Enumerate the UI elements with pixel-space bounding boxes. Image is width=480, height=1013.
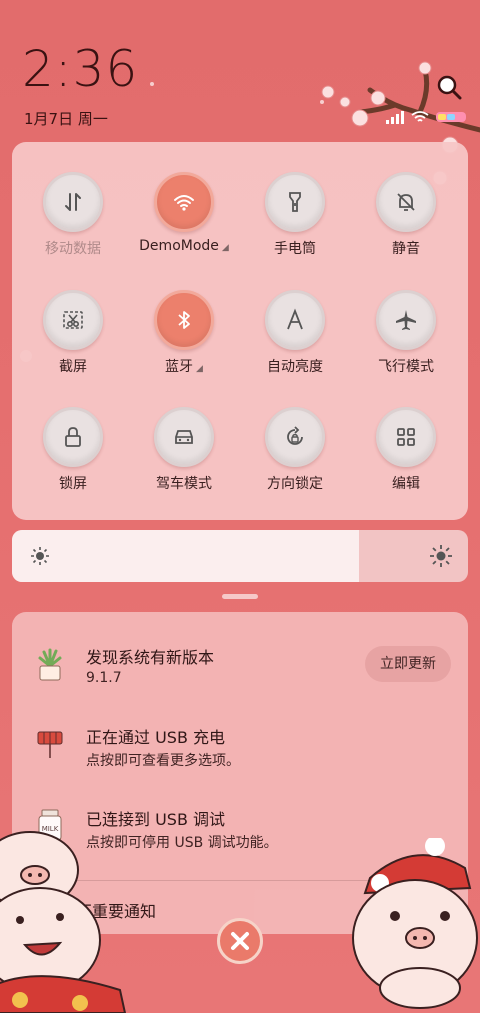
grid-icon	[397, 428, 415, 446]
tile-bluetooth-button[interactable]	[154, 290, 214, 350]
tile-label: 手电筒	[240, 238, 350, 258]
expand-indicator-icon[interactable]: ◢	[196, 364, 203, 374]
flashlight-icon	[289, 192, 301, 212]
pig-character-illustration	[352, 838, 478, 1009]
notification-body: 9.1.7	[86, 670, 122, 686]
mobile-data-icon	[65, 193, 81, 211]
tile-label: 锁屏	[18, 473, 128, 493]
tile-airplane[interactable]: 飞行模式	[351, 290, 461, 400]
tile-bluetooth[interactable]: 蓝牙 ◢	[129, 290, 239, 400]
tile-flashlight[interactable]: 手电筒	[240, 172, 350, 282]
tile-label: 驾车模式	[129, 473, 239, 493]
tile-label: 静音	[351, 238, 461, 258]
tile-wifi[interactable]: DemoMode ◢	[129, 172, 239, 282]
brightness-high-icon	[430, 545, 452, 567]
brightness-low-icon	[31, 547, 49, 565]
tile-label: 截屏	[18, 356, 128, 376]
clear-notifications-button[interactable]	[217, 918, 263, 964]
auto-brightness-icon	[287, 308, 303, 330]
bell-off-icon	[397, 193, 415, 211]
tile-edit[interactable]: 编辑	[351, 407, 461, 517]
tile-mute[interactable]: 静音	[351, 172, 461, 282]
update-now-button[interactable]: 立即更新	[365, 646, 451, 682]
tile-label-text: 静音	[392, 241, 420, 257]
tile-mute-button[interactable]	[376, 172, 436, 232]
tile-rotation-lock-button[interactable]	[265, 407, 325, 467]
tile-label-text: 编辑	[392, 476, 420, 492]
tile-label-text: 截屏	[59, 359, 87, 375]
bluetooth-icon	[178, 311, 190, 329]
date: 1月7日 周一	[24, 110, 108, 128]
rotation-lock-icon	[287, 426, 303, 445]
tile-mobile-data[interactable]: 移动数据	[18, 172, 128, 282]
tile-screenshot[interactable]: 截屏	[18, 290, 128, 400]
tile-driving-button[interactable]	[154, 407, 214, 467]
tile-mobile-data-button[interactable]	[43, 172, 103, 232]
tile-auto-brightness[interactable]: 自动亮度	[240, 290, 350, 400]
snow-dot	[150, 82, 154, 86]
airplane-icon	[396, 310, 416, 330]
car-icon	[175, 430, 193, 444]
firecracker-icon	[37, 731, 63, 758]
snow-dot	[320, 100, 324, 104]
expand-indicator-icon[interactable]: ◢	[222, 243, 229, 253]
panel-drag-handle[interactable]	[222, 594, 258, 599]
wifi-icon	[174, 195, 194, 211]
tile-auto-brightness-button[interactable]	[265, 290, 325, 350]
tile-label: DemoMode ◢	[129, 238, 239, 254]
tile-label: 蓝牙 ◢	[129, 356, 239, 376]
plant-icon	[38, 648, 62, 681]
brightness-fill	[12, 530, 359, 582]
tile-label: 方向锁定	[240, 473, 350, 493]
tile-edit-button[interactable]	[376, 407, 436, 467]
tile-airplane-button[interactable]	[376, 290, 436, 350]
tile-label: 飞行模式	[351, 356, 461, 376]
notification-title: 发现系统有新版本	[86, 648, 215, 667]
tile-label-text: 锁屏	[59, 476, 87, 492]
tile-label: 自动亮度	[240, 356, 350, 376]
status-icons	[386, 111, 466, 124]
tile-label-text: 手电筒	[274, 241, 316, 257]
tile-wifi-button[interactable]	[154, 172, 214, 232]
signal-icon	[386, 111, 404, 124]
tile-screenshot-button[interactable]	[43, 290, 103, 350]
tile-rotation-lock[interactable]: 方向锁定	[240, 407, 350, 517]
close-icon	[231, 932, 249, 950]
tile-label: 编辑	[351, 473, 461, 493]
search-icon[interactable]	[436, 74, 462, 100]
notification-body: 点按即可查看更多选项。	[86, 753, 240, 769]
tile-label: 移动数据	[18, 238, 128, 258]
tile-label-text: 飞行模式	[378, 359, 434, 375]
lock-icon	[65, 427, 81, 447]
tile-label-text: 自动亮度	[267, 359, 323, 375]
scissors-icon	[63, 311, 83, 329]
tile-label-text: 方向锁定	[267, 476, 323, 492]
tile-driving[interactable]: 驾车模式	[129, 407, 239, 517]
clock: 2:36	[22, 40, 139, 98]
tile-label-text: 蓝牙	[165, 359, 194, 375]
tile-flashlight-button[interactable]	[265, 172, 325, 232]
tile-lock-screen[interactable]: 锁屏	[18, 407, 128, 517]
wifi-status-icon	[411, 111, 429, 122]
tile-lock-screen-button[interactable]	[43, 407, 103, 467]
brightness-slider[interactable]	[12, 530, 468, 582]
notification-title: 正在通过 USB 充电	[86, 728, 226, 747]
pig-character-illustration	[0, 831, 127, 1013]
tile-label-text: 移动数据	[45, 241, 101, 257]
tile-label-text: 驾车模式	[156, 476, 212, 492]
tile-label-text: DemoMode	[139, 238, 219, 254]
